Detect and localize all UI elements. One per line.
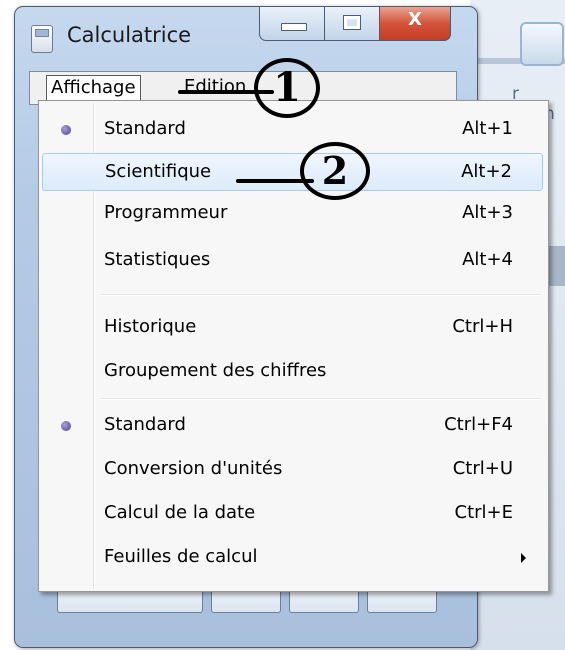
title-bar[interactable]: Calculatrice X — [15, 7, 477, 63]
menu-item-shortcut: Alt+2 — [461, 161, 512, 182]
calculator-icon — [31, 25, 53, 53]
menu-item-feuilles-de-calcul[interactable]: Feuilles de calcul — [42, 539, 543, 577]
radio-selected-icon — [61, 125, 71, 135]
maximize-button[interactable] — [324, 7, 380, 41]
menu-item-label: Feuilles de calcul — [104, 546, 258, 567]
radio-selected-icon — [61, 421, 71, 431]
menu-edition[interactable]: Edition — [180, 75, 250, 99]
menu-item-shortcut: Alt+4 — [462, 249, 513, 270]
menu-item-programmeur[interactable]: Programmeur Alt+3 — [42, 195, 543, 233]
menu-item-shortcut: Alt+1 — [462, 118, 513, 139]
menu-item-conversion-d-unites[interactable]: Conversion d'unités Ctrl+U — [42, 451, 543, 489]
menu-item-label: Programmeur — [104, 202, 228, 223]
menu-item-calcul-de-la-date[interactable]: Calcul de la date Ctrl+E — [42, 495, 543, 533]
submenu-arrow-icon — [521, 553, 526, 563]
caption-buttons: X — [259, 7, 451, 43]
annotation-marker-1: 1 — [254, 58, 320, 118]
maximize-icon — [343, 15, 361, 30]
close-button[interactable]: X — [379, 7, 451, 41]
menu-item-scientifique[interactable]: Scientifique Alt+2 — [42, 153, 543, 191]
menu-item-label: Historique — [104, 316, 197, 337]
menu-item-label: Calcul de la date — [104, 502, 256, 523]
menu-item-shortcut: Ctrl+H — [452, 316, 513, 337]
menu-item-historique[interactable]: Historique Ctrl+H — [42, 309, 543, 347]
menu-separator — [101, 294, 541, 296]
menu-item-label: Conversion d'unités — [104, 458, 283, 479]
affichage-dropdown-menu: Standard Alt+1 Scientifique Alt+2 Progra… — [38, 100, 549, 592]
annotation-number: 1 — [273, 64, 301, 111]
minimize-button[interactable] — [259, 7, 325, 41]
window-title: Calculatrice — [67, 23, 192, 47]
menu-separator — [101, 398, 541, 400]
minimize-icon — [281, 23, 307, 31]
annotation-number: 2 — [321, 148, 349, 193]
database-icon — [520, 22, 564, 66]
close-icon: X — [408, 9, 422, 30]
screenshot-stage: r Form Calculatrice X Affichage Edition — [0, 0, 565, 650]
menu-item-groupement-des-chiffres[interactable]: Groupement des chiffres — [42, 353, 543, 391]
menu-item-label: Statistiques — [104, 249, 211, 270]
menu-item-shortcut: Ctrl+F4 — [444, 414, 513, 435]
menu-item-label: Scientifique — [105, 161, 212, 182]
menu-affichage[interactable]: Affichage — [46, 75, 141, 101]
menu-item-shortcut: Alt+3 — [462, 202, 513, 223]
annotation-marker-2: 2 — [300, 142, 370, 200]
menu-item-label: Standard — [104, 414, 186, 435]
menu-item-shortcut: Ctrl+E — [454, 502, 513, 523]
menu-item-standard-mode[interactable]: Standard Ctrl+F4 — [42, 407, 543, 445]
menu-item-statistiques[interactable]: Statistiques Alt+4 — [42, 242, 543, 280]
menu-item-label: Groupement des chiffres — [104, 360, 327, 381]
menu-item-shortcut: Ctrl+U — [452, 458, 513, 479]
menu-item-label: Standard — [104, 118, 186, 139]
